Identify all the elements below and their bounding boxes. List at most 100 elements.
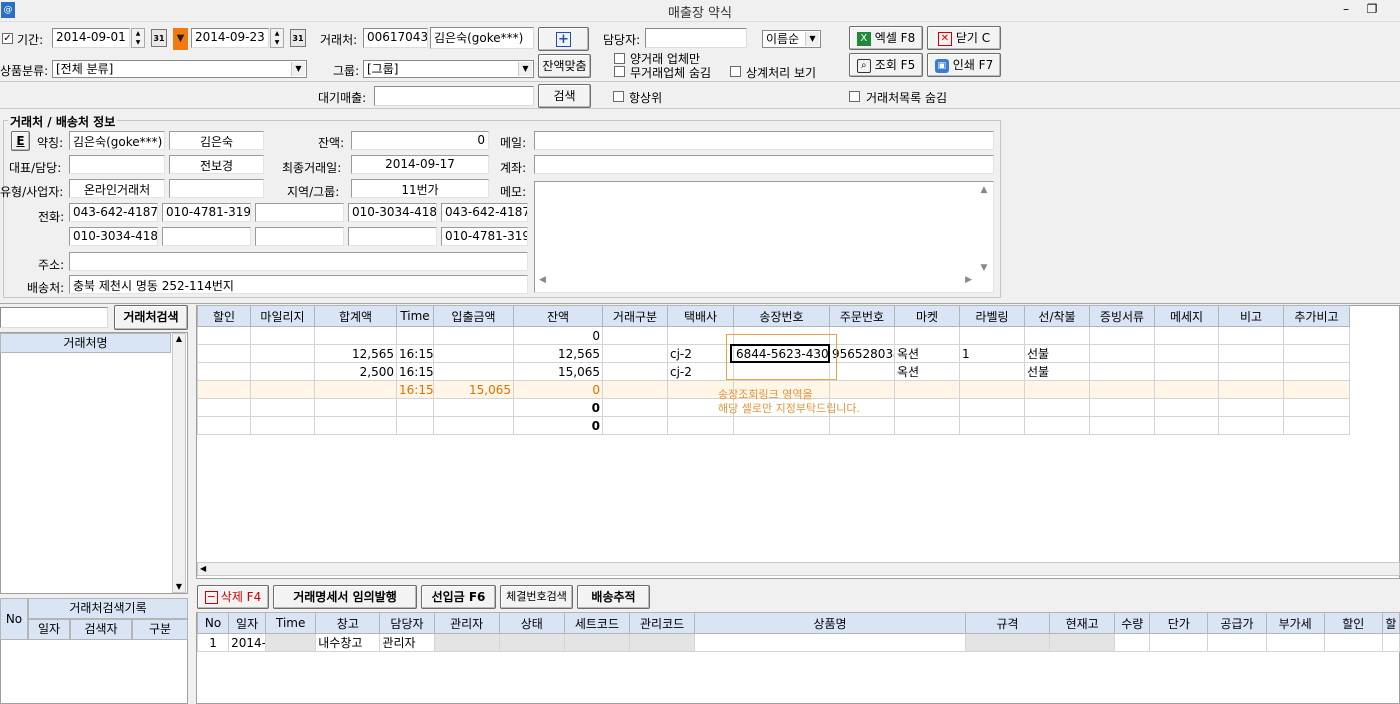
sales-cell[interactable]: 옥션 (894, 344, 960, 363)
sales-row[interactable]: 0 (197, 416, 1350, 435)
sales-cell[interactable]: cj-2 (667, 344, 734, 363)
sales-grid-hscrollbar[interactable]: ◀ (197, 562, 1400, 576)
date-to-input[interactable]: 2014-09-23 (191, 28, 269, 48)
sales-cell[interactable] (1024, 398, 1090, 417)
splitter[interactable] (0, 303, 1400, 304)
offset-checkbox[interactable] (730, 66, 741, 77)
sales-cell[interactable] (602, 362, 668, 381)
sales-cell[interactable] (894, 416, 960, 435)
sales-cell[interactable] (1089, 362, 1155, 381)
both-trade-checkbox[interactable] (614, 53, 625, 64)
phone-1-2[interactable]: 010-4781-3195 (162, 203, 251, 222)
manager-input[interactable] (645, 28, 747, 48)
detail-cell[interactable] (629, 633, 696, 652)
sales-row[interactable]: 0 (197, 326, 1350, 345)
account-field[interactable] (534, 155, 994, 174)
alias2-field[interactable]: 김은숙 (169, 131, 264, 150)
detail-col-7[interactable]: 세트코드 (563, 612, 631, 634)
phone-1-1[interactable]: 043-642-4187 (69, 203, 158, 222)
detail-col-15[interactable]: 부가세 (1265, 612, 1325, 634)
sales-cell[interactable] (1154, 416, 1219, 435)
detail-col-16[interactable]: 할인 (1323, 612, 1383, 634)
sales-col-5[interactable]: 잔액 (513, 305, 603, 327)
always-on-top-checkbox[interactable] (613, 91, 624, 102)
sales-col-6[interactable]: 거래구분 (602, 305, 668, 327)
sales-cell[interactable] (959, 362, 1025, 381)
detail-col-9[interactable]: 상품명 (694, 612, 966, 634)
sales-col-13[interactable]: 증빙서류 (1089, 305, 1155, 327)
sales-cell[interactable] (1283, 326, 1350, 345)
sales-cell[interactable] (197, 416, 251, 435)
group-select[interactable]: [그룹] ▼ (363, 60, 534, 78)
period-dropdown-arrow[interactable]: ▼ (173, 28, 188, 50)
sales-cell[interactable] (1218, 380, 1284, 399)
detail-cell[interactable] (1114, 633, 1151, 652)
detail-col-6[interactable]: 상태 (498, 612, 565, 634)
sales-cell[interactable] (1024, 326, 1090, 345)
sales-cell[interactable] (1024, 380, 1090, 399)
sales-cell[interactable] (959, 326, 1025, 345)
sales-cell[interactable] (314, 380, 397, 399)
detail-cell[interactable] (498, 633, 565, 652)
sales-cell[interactable] (396, 416, 434, 435)
rep2-field[interactable]: 전보경 (169, 155, 264, 174)
detail-cell[interactable] (265, 633, 317, 652)
sales-cell[interactable] (250, 362, 315, 381)
sales-cell[interactable] (250, 344, 315, 363)
sales-cell[interactable] (829, 326, 895, 345)
business-field[interactable] (169, 179, 264, 198)
date-to-spinner[interactable]: ▲ ▼ (270, 28, 284, 48)
period-checkbox[interactable]: ✓ (2, 33, 13, 44)
search-button[interactable]: 검색 (538, 84, 591, 108)
detail-col-8[interactable]: 관리코드 (629, 612, 696, 634)
sales-col-1[interactable]: 마일리지 (250, 305, 315, 327)
sales-cell[interactable] (894, 380, 960, 399)
sales-row[interactable]: 12,565 16:15 12,565 cj-2 6844-5623-430 956528… (197, 344, 1350, 363)
sales-col-12[interactable]: 선/착불 (1024, 305, 1090, 327)
sales-cell[interactable]: 16:15 (396, 344, 434, 363)
customer-list[interactable] (0, 332, 188, 594)
sales-col-2[interactable]: 합계액 (314, 305, 397, 327)
sales-cell[interactable] (1024, 416, 1090, 435)
balance-fit-button[interactable]: 잔액맞춤 (538, 54, 591, 78)
sales-cell[interactable] (733, 326, 830, 345)
sales-cell[interactable] (602, 326, 668, 345)
issue-statement-button[interactable]: 거래명세서 임의발행 (273, 585, 417, 609)
balance-field[interactable]: 0 (351, 131, 489, 150)
delete-button[interactable]: − 삭제 F4 (197, 585, 269, 609)
close-button[interactable]: ✕ 닫기 C (927, 26, 1001, 50)
sales-cell[interactable]: 선불 (1024, 362, 1090, 381)
detail-cell[interactable]: 1 (196, 633, 230, 652)
sales-cell[interactable] (1283, 362, 1350, 381)
sales-cell[interactable] (959, 398, 1025, 417)
sales-cell[interactable] (250, 326, 315, 345)
sales-cell[interactable] (1218, 344, 1284, 363)
print-button[interactable]: ▣ 인쇄 F7 (927, 53, 1001, 77)
detail-cell[interactable]: 2014- (228, 633, 267, 652)
sales-col-15[interactable]: 비고 (1218, 305, 1284, 327)
sales-cell[interactable] (396, 398, 434, 417)
sales-cell[interactable]: 0 (513, 380, 603, 399)
customer-search-input[interactable] (0, 307, 108, 328)
delivery-tracking-button[interactable]: 배송추적 (577, 585, 650, 609)
sales-cell[interactable] (433, 362, 514, 381)
sales-cell[interactable] (1154, 398, 1219, 417)
sales-cell[interactable] (1089, 344, 1155, 363)
region-field[interactable]: 11번가 (351, 179, 489, 198)
sales-cell[interactable] (602, 398, 668, 417)
sales-col-4[interactable]: 입출금액 (433, 305, 514, 327)
address-field[interactable] (69, 252, 528, 271)
customer-list-scrollbar[interactable]: ▲ ▼ (172, 333, 186, 593)
sales-cell[interactable] (433, 416, 514, 435)
sales-cell[interactable] (1154, 380, 1219, 399)
sales-cell[interactable]: 956528034 (829, 344, 895, 363)
memo-scrollbar[interactable]: ▲ ▼ (976, 183, 992, 291)
phone-2-2[interactable] (162, 227, 251, 246)
sales-cell[interactable] (433, 344, 514, 363)
sales-col-11[interactable]: 라벨링 (959, 305, 1025, 327)
sales-cell[interactable] (1218, 326, 1284, 345)
sales-cell[interactable]: 0 (513, 326, 603, 345)
sales-cell[interactable] (894, 398, 960, 417)
date-to-calendar-icon[interactable]: 31 (290, 29, 306, 47)
phone-1-3[interactable] (255, 203, 344, 222)
